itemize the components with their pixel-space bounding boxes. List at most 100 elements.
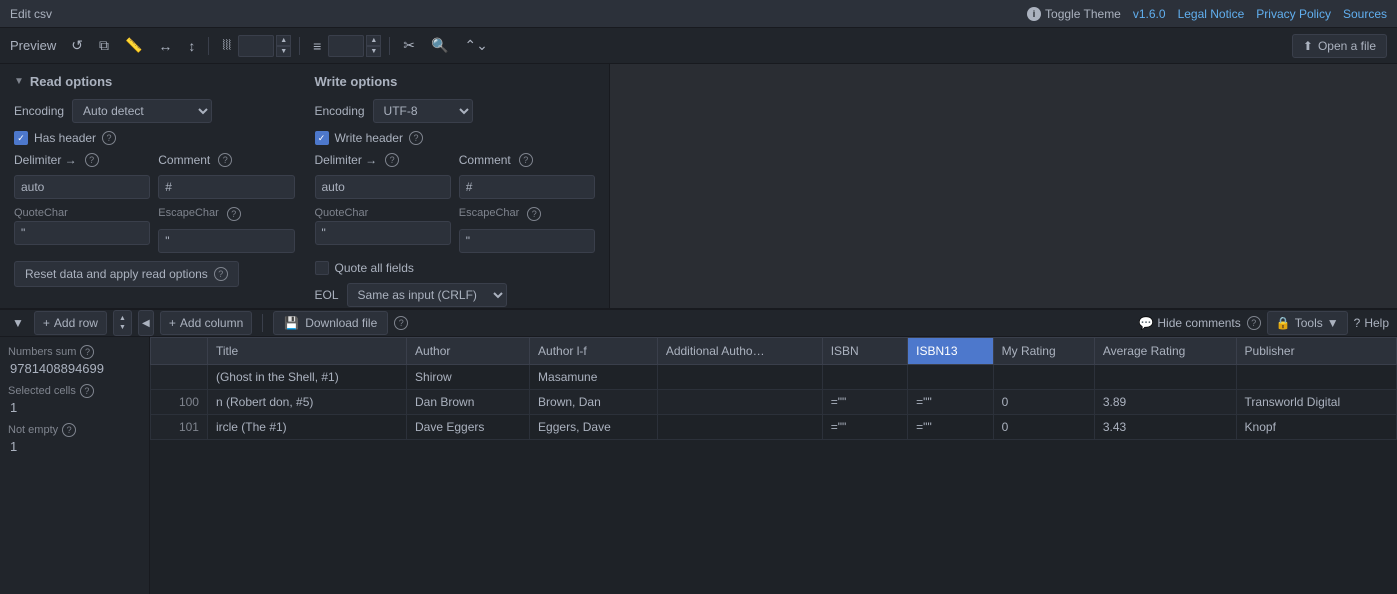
table-cell[interactable]: 100 [151, 390, 208, 415]
hide-comments-button[interactable]: 💬 Hide comments [1138, 316, 1240, 330]
table-cell[interactable]: 101 [151, 415, 208, 440]
reset-help-icon[interactable]: ? [214, 267, 228, 281]
comments-help-icon[interactable]: ? [1247, 316, 1261, 330]
tools-button[interactable]: 🔒 Tools ▼ [1267, 311, 1348, 335]
col1-down[interactable]: ▼ [276, 46, 291, 57]
read-encoding-select[interactable]: Auto detect [72, 99, 212, 123]
col-header-author[interactable]: Author [407, 338, 530, 365]
col-header-avg-rating[interactable]: Average Rating [1094, 338, 1236, 365]
expand-button[interactable]: ↔ [153, 35, 177, 57]
table-cell[interactable]: (Ghost in the Shell, #1) [207, 365, 406, 390]
open-file-button[interactable]: ⬆ Open a file [1292, 34, 1387, 58]
table-cell[interactable] [908, 365, 993, 390]
write-escapechar-help-icon[interactable]: ? [527, 207, 541, 221]
column-value-2[interactable]: 0 [328, 35, 364, 57]
table-cell[interactable] [657, 415, 822, 440]
table-cell[interactable] [657, 365, 822, 390]
col-header-publisher[interactable]: Publisher [1236, 338, 1396, 365]
column-value-1[interactable]: 0 [238, 35, 274, 57]
collapse-handle[interactable]: ◀ [138, 310, 154, 336]
copy-button[interactable]: ⧉ [94, 34, 114, 57]
table-cell[interactable] [657, 390, 822, 415]
table-cell[interactable]: 3.43 [1094, 415, 1236, 440]
height-button[interactable]: ↕ [183, 35, 200, 57]
refresh-button[interactable]: ↺ [66, 34, 88, 57]
add-row-button[interactable]: + Add row [34, 311, 107, 335]
sources-link[interactable]: Sources [1343, 7, 1387, 21]
col-header-isbn13[interactable]: ISBN13 [908, 338, 993, 365]
col-header-isbn[interactable]: ISBN [822, 338, 907, 365]
table-cell[interactable] [822, 365, 907, 390]
read-escapechar-input[interactable] [158, 229, 294, 253]
table-row[interactable]: (Ghost in the Shell, #1)ShirowMasamune [151, 365, 1397, 390]
toggle-theme-button[interactable]: i Toggle Theme [1027, 7, 1121, 21]
row-reorder-button[interactable]: ▲ ▼ [113, 310, 132, 336]
table-cell[interactable]: Masamune [530, 365, 658, 390]
quote-all-fields-checkbox[interactable] [315, 261, 329, 275]
read-delimiter-input[interactable] [14, 175, 150, 199]
write-escapechar-input[interactable] [459, 229, 595, 253]
ruler-button[interactable]: 📏 [120, 34, 147, 57]
read-delimiter-help-icon[interactable]: ? [85, 153, 99, 167]
collapse-button[interactable]: ▼ [8, 314, 28, 332]
table-cell[interactable]: Knopf [1236, 415, 1396, 440]
table-row[interactable]: 101ircle (The #1)Dave EggersEggers, Dave… [151, 415, 1397, 440]
has-header-checkbox[interactable] [14, 131, 28, 145]
table-cell[interactable]: Shirow [407, 365, 530, 390]
eol-select[interactable]: Same as input (CRLF) [347, 283, 507, 307]
table-cell[interactable]: Transworld Digital [1236, 390, 1396, 415]
numbers-sum-help-icon[interactable]: ? [80, 345, 94, 359]
col-header-author-lf[interactable]: Author l-f [530, 338, 658, 365]
download-help-icon[interactable]: ? [394, 316, 408, 330]
table-row[interactable]: 100n (Robert don, #5)Dan BrownBrown, Dan… [151, 390, 1397, 415]
col-header-rownum[interactable] [151, 338, 208, 365]
table-cell[interactable]: ="" [822, 390, 907, 415]
add-column-button[interactable]: + Add column [160, 311, 252, 335]
table-cell[interactable] [1094, 365, 1236, 390]
table-cell[interactable] [993, 365, 1094, 390]
write-header-help-icon[interactable]: ? [409, 131, 423, 145]
download-file-button[interactable]: 💾 Download file [273, 311, 388, 335]
table-cell[interactable]: ="" [908, 415, 993, 440]
table-cell[interactable]: 0 [993, 415, 1094, 440]
table-cell[interactable]: Brown, Dan [530, 390, 658, 415]
table-cell[interactable]: ircle (The #1) [207, 415, 406, 440]
read-quotechar-input[interactable] [14, 221, 150, 245]
help-button[interactable]: ? Help [1354, 316, 1389, 330]
table-cell[interactable] [1236, 365, 1396, 390]
write-delimiter-input[interactable] [315, 175, 451, 199]
table-cell[interactable]: Dave Eggers [407, 415, 530, 440]
table-cell[interactable]: Eggers, Dave [530, 415, 658, 440]
chevrons-button[interactable]: ⌃⌄ [459, 34, 492, 57]
write-quotechar-input[interactable] [315, 221, 451, 245]
table-cell[interactable]: Dan Brown [407, 390, 530, 415]
col-header-additional-author[interactable]: Additional Autho… [657, 338, 822, 365]
table-container[interactable]: Title Author Author l-f Additional Autho… [150, 337, 1397, 594]
zoom-button[interactable]: 🔍 [426, 34, 453, 57]
selected-cells-help-icon[interactable]: ? [80, 384, 94, 398]
col2-down[interactable]: ▼ [366, 46, 381, 57]
write-header-checkbox[interactable] [315, 131, 329, 145]
table-cell[interactable]: n (Robert don, #5) [207, 390, 406, 415]
write-comment-input[interactable] [459, 175, 595, 199]
col-header-title[interactable]: Title [207, 338, 406, 365]
write-comment-help-icon[interactable]: ? [519, 153, 533, 167]
reset-button[interactable]: Reset data and apply read options ? [14, 261, 239, 287]
table-cell[interactable]: 3.89 [1094, 390, 1236, 415]
read-comment-help-icon[interactable]: ? [218, 153, 232, 167]
version-link[interactable]: v1.6.0 [1133, 7, 1166, 21]
write-delimiter-help-icon[interactable]: ? [385, 153, 399, 167]
not-empty-help-icon[interactable]: ? [62, 423, 76, 437]
col-header-my-rating[interactable]: My Rating [993, 338, 1094, 365]
privacy-policy-link[interactable]: Privacy Policy [1256, 7, 1331, 21]
write-encoding-select[interactable]: UTF-8 [373, 99, 473, 123]
read-escapechar-help-icon[interactable]: ? [227, 207, 241, 221]
col1-up[interactable]: ▲ [276, 35, 291, 46]
col2-up[interactable]: ▲ [366, 35, 381, 46]
table-cell[interactable]: 0 [993, 390, 1094, 415]
legal-notice-link[interactable]: Legal Notice [1178, 7, 1245, 21]
table-cell[interactable]: ="" [822, 415, 907, 440]
read-comment-input[interactable] [158, 175, 294, 199]
table-cell[interactable]: ="" [908, 390, 993, 415]
table-cell[interactable] [151, 365, 208, 390]
